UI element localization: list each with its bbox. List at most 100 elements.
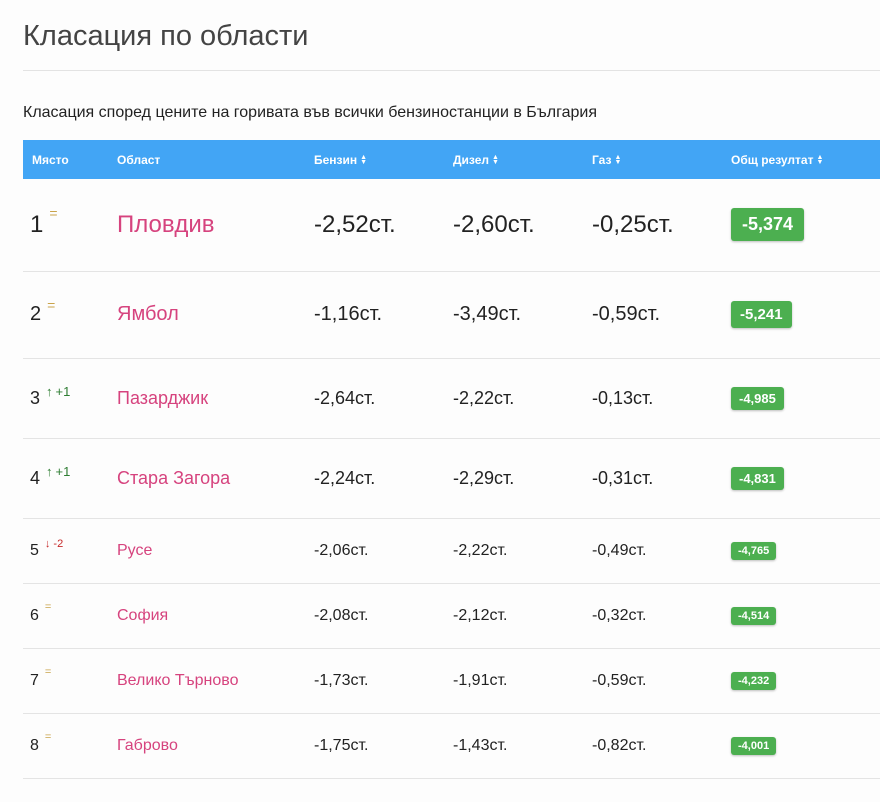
- region-link[interactable]: Габрово: [117, 737, 178, 754]
- gas-cell: -0,31ст.: [592, 438, 731, 519]
- rank-change: ↓ -2: [45, 538, 63, 550]
- gas-cell: -0,25ст.: [592, 179, 731, 272]
- rank-change: =: [45, 731, 51, 743]
- rank-change: =: [45, 666, 51, 678]
- region-link[interactable]: София: [117, 607, 168, 624]
- total-cell: -5,374: [731, 179, 880, 272]
- rank-change-value: =: [44, 600, 52, 613]
- gas-price: -0,49ст.: [592, 541, 647, 559]
- place-number: 4: [30, 467, 41, 488]
- petrol-price: -2,24ст.: [314, 467, 376, 488]
- diesel-price: -2,12ст.: [453, 606, 508, 624]
- table-header-row: Място Област Бензин ▲ ▼ Дизел ▲ ▼ Газ ▲ ▼ Общ …: [23, 140, 880, 179]
- total-cell: -4,765: [731, 518, 880, 584]
- column-header-gas[interactable]: Газ ▲ ▼: [592, 140, 731, 179]
- place-number: 8: [30, 736, 39, 754]
- column-header-petrol[interactable]: Бензин ▲ ▼: [314, 140, 453, 179]
- total-score-badge: -5,241: [731, 301, 792, 328]
- sort-arrows-icon[interactable]: ▲ ▼: [816, 154, 823, 166]
- total-cell: -4,001: [731, 713, 880, 779]
- petrol-cell: -2,08ст.: [314, 583, 453, 649]
- diesel-price: -2,29ст.: [453, 467, 515, 488]
- total-cell: -4,985: [731, 358, 880, 439]
- column-header-place: Място: [32, 152, 69, 167]
- region-cell: София: [117, 583, 314, 649]
- petrol-cell: -1,75ст.: [314, 713, 453, 779]
- table-row: 5 ↓ -2 Русе -2,06ст. -2,22ст. -0,49ст. -4,765: [23, 518, 880, 584]
- gas-cell: -0,59ст.: [592, 648, 731, 714]
- diesel-cell: -2,60ст.: [453, 179, 592, 272]
- sort-arrows-icon[interactable]: ▲ ▼: [492, 154, 499, 166]
- total-score-badge: -4,831: [731, 466, 784, 490]
- gas-cell: -0,59ст.: [592, 271, 731, 359]
- total-score-badge: -5,374: [731, 208, 805, 242]
- page-title: Класация по области: [23, 20, 309, 52]
- rank-change-value: =: [49, 204, 58, 221]
- gas-cell: -0,82ст.: [592, 713, 731, 779]
- page: Класация по области Класация според цени…: [0, 0, 880, 802]
- rank-change-value: =: [44, 730, 52, 743]
- place-cell: 4 ↑ +1: [23, 438, 117, 519]
- place-cell: 7 =: [23, 648, 117, 714]
- place-number: 3: [30, 387, 41, 408]
- petrol-price: -2,08ст.: [314, 606, 369, 624]
- diesel-price: -1,43ст.: [453, 736, 508, 754]
- petrol-price: -2,64ст.: [314, 387, 376, 408]
- rank-change-value: =: [47, 297, 56, 313]
- petrol-price: -2,06ст.: [314, 541, 369, 559]
- place-number: 5: [30, 541, 39, 559]
- gas-price: -0,31ст.: [592, 467, 654, 488]
- region-link[interactable]: Велико Търново: [117, 672, 238, 689]
- region-link[interactable]: Русе: [117, 542, 152, 559]
- total-cell: -5,241: [731, 271, 880, 359]
- petrol-cell: -2,64ст.: [314, 358, 453, 439]
- region-cell: Русе: [117, 518, 314, 584]
- diesel-cell: -3,49ст.: [453, 271, 592, 359]
- place-number: 2: [30, 303, 42, 325]
- gas-price: -0,13ст.: [592, 387, 654, 408]
- region-link[interactable]: Пловдив: [117, 211, 215, 238]
- arrow-down-icon: ↓: [44, 537, 51, 550]
- petrol-price: -1,16ст.: [314, 303, 383, 325]
- rank-change-value: -2: [53, 537, 64, 550]
- table-row: 7 = Велико Търново -1,73ст. -1,91ст. -0,59ст.…: [23, 648, 880, 714]
- region-link[interactable]: Стара Загора: [117, 468, 230, 488]
- gas-price: -0,25ст.: [592, 210, 674, 238]
- place-cell: 6 =: [23, 583, 117, 649]
- diesel-cell: -1,43ст.: [453, 713, 592, 779]
- petrol-price: -1,73ст.: [314, 671, 369, 689]
- gas-price: -0,59ст.: [592, 671, 647, 689]
- rank-change: =: [47, 297, 55, 313]
- region-cell: Пловдив: [117, 179, 314, 272]
- place-number: 1: [30, 210, 44, 238]
- diesel-cell: -2,29ст.: [453, 438, 592, 519]
- petrol-cell: -1,73ст.: [314, 648, 453, 714]
- table-row: 2 = Ямбол -1,16ст. -3,49ст. -0,59ст. -5,241: [23, 271, 880, 359]
- total-score-badge: -4,514: [731, 607, 777, 625]
- diesel-price: -2,22ст.: [453, 387, 515, 408]
- place-cell: 8 =: [23, 713, 117, 779]
- total-score-badge: -4,985: [731, 386, 784, 410]
- title-divider: [23, 70, 880, 71]
- region-link[interactable]: Ямбол: [117, 303, 179, 325]
- rank-change-value: +1: [55, 463, 71, 479]
- rank-change-value: =: [44, 665, 52, 678]
- petrol-cell: -2,52ст.: [314, 179, 453, 272]
- place-cell: 3 ↑ +1: [23, 358, 117, 439]
- ranking-table: Място Област Бензин ▲ ▼ Дизел ▲ ▼ Газ ▲ ▼ Общ …: [23, 140, 880, 779]
- place-cell: 5 ↓ -2: [23, 518, 117, 584]
- sort-arrows-icon[interactable]: ▲ ▼: [360, 154, 367, 166]
- gas-cell: -0,32ст.: [592, 583, 731, 649]
- petrol-cell: -2,24ст.: [314, 438, 453, 519]
- rank-change: =: [49, 205, 57, 221]
- sort-arrows-icon[interactable]: ▲ ▼: [614, 154, 621, 166]
- diesel-price: -3,49ст.: [453, 303, 522, 325]
- rank-change: ↑ +1: [46, 464, 70, 479]
- arrow-up-icon: ↑: [46, 383, 53, 399]
- total-score-badge: -4,765: [731, 542, 777, 560]
- diesel-cell: -2,22ст.: [453, 518, 592, 584]
- column-header-diesel[interactable]: Дизел ▲ ▼: [453, 140, 592, 179]
- region-link[interactable]: Пазарджик: [117, 388, 208, 408]
- column-header-total[interactable]: Общ резултат ▲ ▼: [731, 140, 880, 179]
- diesel-cell: -2,12ст.: [453, 583, 592, 649]
